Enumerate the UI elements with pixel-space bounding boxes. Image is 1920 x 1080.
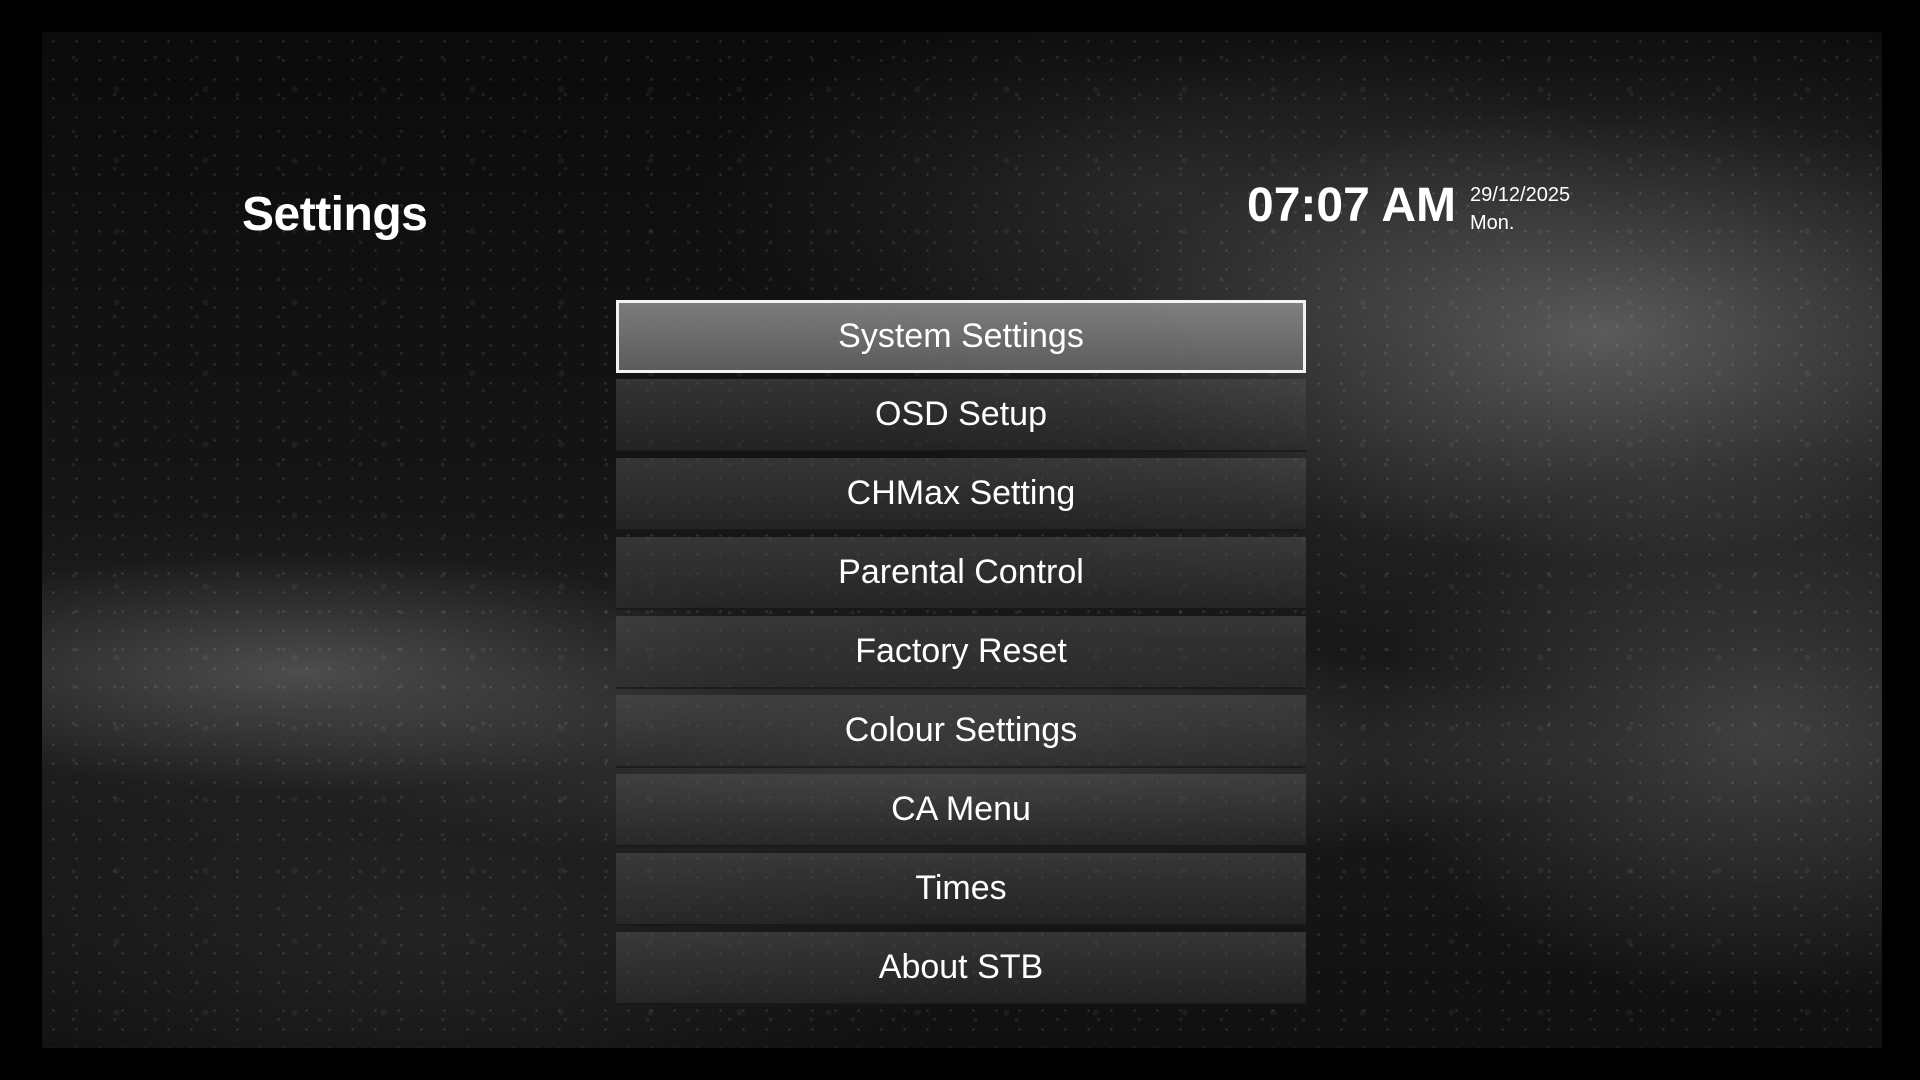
menu-item-factory-reset[interactable]: Factory Reset [616, 616, 1306, 689]
menu-item-osd-setup[interactable]: OSD Setup [616, 379, 1306, 452]
menu-item-label: About STB [878, 948, 1044, 986]
menu-item-chmax-setting[interactable]: CHMax Setting [616, 458, 1306, 531]
menu-item-ca-menu[interactable]: CA Menu [616, 774, 1306, 847]
menu-item-label: CHMax Setting [846, 474, 1076, 512]
settings-screen: Settings 07:07 AM 29/12/2025 Mon. System… [0, 0, 1920, 1080]
clock-time: 07:07 AM [1247, 179, 1456, 232]
date-text: 29/12/2025 [1470, 184, 1571, 206]
menu-item-label: CA Menu [891, 790, 1031, 828]
menu-item-parental-control[interactable]: Parental Control [616, 537, 1306, 610]
menu-item-label: OSD Setup [875, 395, 1047, 433]
weekday-text: Mon. [1470, 212, 1515, 234]
menu-item-times[interactable]: Times [616, 853, 1306, 926]
menu-item-label: System Settings [838, 317, 1084, 355]
menu-item-system-settings[interactable]: System Settings [616, 300, 1306, 373]
menu-item-label: Times [915, 869, 1007, 907]
menu-item-label: Colour Settings [844, 711, 1078, 749]
menu-item-label: Factory Reset [855, 632, 1067, 670]
date-block: 29/12/2025 Mon. [1470, 181, 1570, 237]
menu-item-label: Parental Control [838, 553, 1084, 591]
menu-item-about-stb[interactable]: About STB [616, 932, 1306, 1005]
settings-menu: System Settings OSD Setup CHMax Setting … [616, 300, 1306, 1011]
page-title: Settings [242, 188, 428, 241]
menu-item-colour-settings[interactable]: Colour Settings [616, 695, 1306, 768]
